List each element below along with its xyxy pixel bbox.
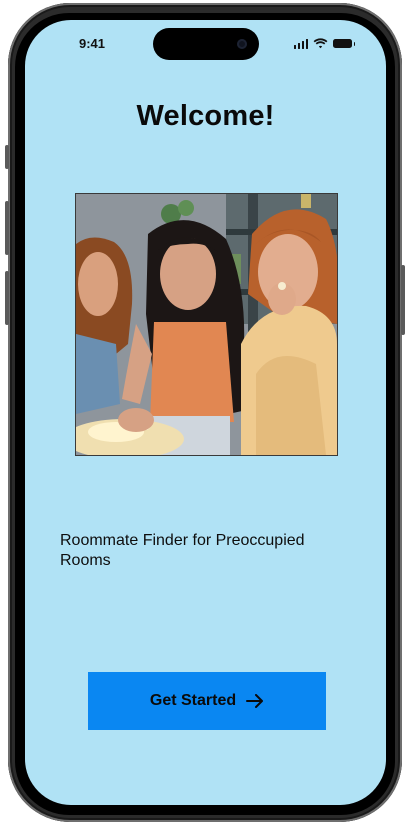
dynamic-island (153, 28, 259, 60)
volume-up-button (5, 201, 9, 255)
get-started-button[interactable]: Get Started (88, 672, 326, 730)
action-button (5, 145, 9, 169)
front-camera (237, 39, 247, 49)
friends-eating-popcorn-image (76, 194, 337, 455)
status-icons (293, 38, 355, 49)
power-button (401, 265, 405, 335)
wifi-icon (313, 38, 328, 49)
welcome-screen: 9:41 Welcome! Roommate Finder for Preocc… (25, 20, 386, 805)
welcome-photo (75, 193, 338, 456)
arrow-right-icon (246, 694, 264, 708)
volume-down-button (5, 271, 9, 325)
get-started-label: Get Started (149, 692, 237, 709)
app-tagline: Roommate Finder for Preoccupied Rooms (60, 532, 305, 569)
battery-icon (333, 39, 355, 48)
signal-icon (293, 38, 308, 49)
status-time: 9:41 (79, 36, 106, 51)
page-title: Welcome! (136, 100, 275, 132)
